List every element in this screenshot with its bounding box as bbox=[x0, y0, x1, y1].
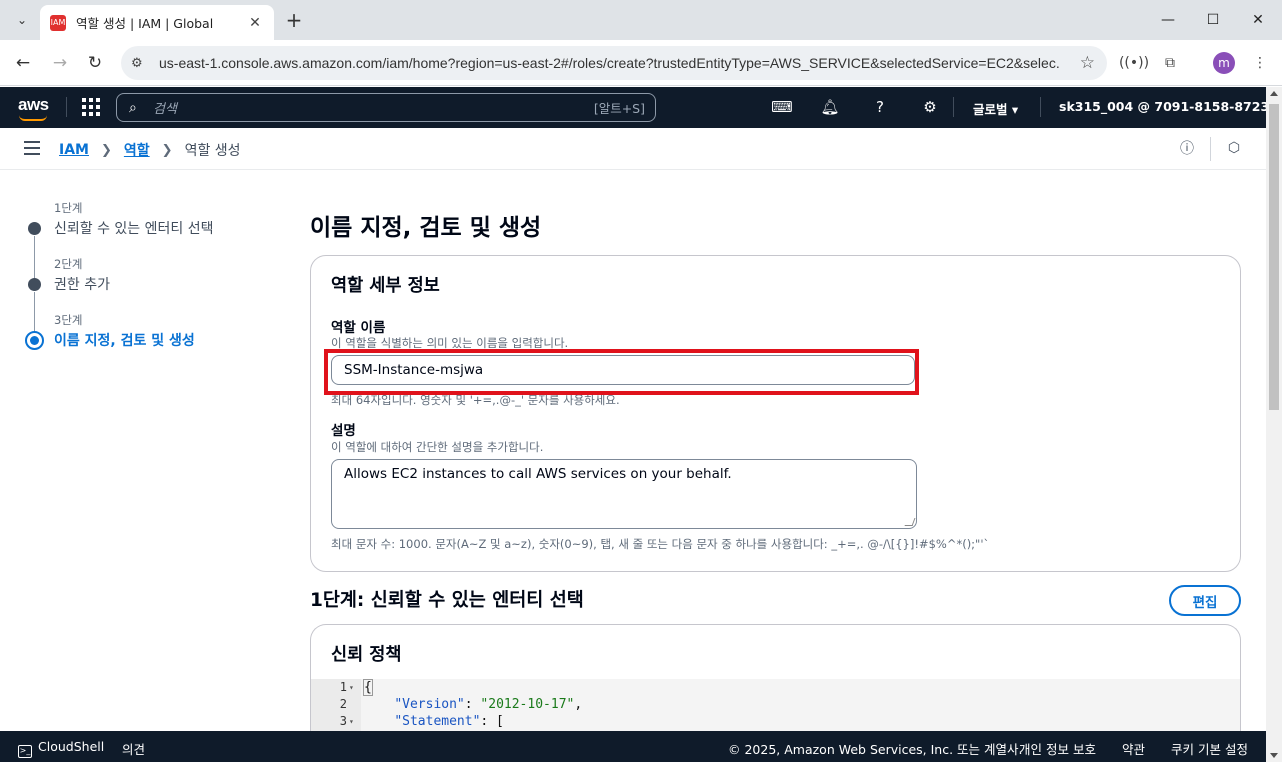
breadcrumb-roles[interactable]: 역할 bbox=[124, 140, 150, 160]
tab-title: 역할 생성 | IAM | Global bbox=[76, 16, 214, 31]
bookmark-star-icon[interactable]: ☆ bbox=[1080, 53, 1095, 73]
breadcrumb-divider bbox=[1210, 137, 1211, 161]
search-placeholder: 검색 bbox=[153, 102, 177, 117]
account-menu[interactable]: sk315_004 @ 7091-8158-8723 ▾ bbox=[1059, 99, 1280, 114]
wizard-step-3: 3단계 이름 지정, 검토 및 생성 bbox=[24, 312, 284, 368]
window-close-icon[interactable]: ✕ bbox=[1246, 8, 1270, 32]
cloudshell-icon[interactable]: ⌨ bbox=[771, 97, 793, 117]
description-help: 이 역할에 대하여 간단한 설명을 추가합니다. bbox=[331, 440, 544, 454]
page-scrollbar[interactable] bbox=[1266, 87, 1282, 762]
search-icon: ⌕ bbox=[129, 99, 137, 116]
tab-search-button[interactable]: ⌄ bbox=[8, 6, 36, 34]
browser-toolbar: ← → ↻ ⚙ us-east-1.console.aws.amazon.com… bbox=[0, 40, 1282, 86]
annotation-highlight-box bbox=[324, 349, 919, 395]
step-current-icon bbox=[25, 331, 44, 350]
role-name-label: 역할 이름 bbox=[331, 320, 386, 336]
terms-link[interactable]: 약관 bbox=[1122, 739, 1145, 758]
privacy-link[interactable]: 개인 정보 보호 bbox=[1019, 739, 1096, 758]
step-dot-icon bbox=[28, 222, 41, 235]
notifications-bell-icon[interactable]: 🔔︎ bbox=[820, 97, 840, 117]
tab-close-icon[interactable]: ✕ bbox=[246, 15, 264, 31]
step-number: 1단계 bbox=[54, 201, 83, 215]
console-search[interactable]: ⌕ 검색 [알트+S] bbox=[116, 93, 656, 122]
description-value: Allows EC2 instances to call AWS service… bbox=[344, 466, 732, 482]
step-label[interactable]: 신뢰할 수 있는 엔터티 선택 bbox=[54, 218, 213, 238]
step-dot-icon bbox=[28, 278, 41, 291]
forward-arrow-icon[interactable]: → bbox=[46, 49, 74, 77]
header-divider bbox=[66, 97, 67, 117]
wizard-steps: 1단계 신뢰할 수 있는 엔터티 선택 2단계 권한 추가 3단계 이름 지정,… bbox=[24, 200, 284, 368]
breadcrumb-current: 역할 생성 bbox=[184, 143, 241, 159]
edit-step1-button[interactable]: 편집 bbox=[1169, 585, 1241, 616]
browser-tabstrip: ⌄ IAM 역할 생성 | IAM | Global ✕ + — ☐ ✕ bbox=[0, 0, 1282, 40]
header-divider bbox=[1040, 97, 1041, 117]
step1-section-title: 1단계: 신뢰할 수 있는 엔터티 선택 bbox=[310, 590, 584, 611]
tools-panel-icon[interactable]: ⬡ bbox=[1224, 138, 1244, 158]
maximize-icon[interactable]: ☐ bbox=[1201, 8, 1225, 32]
step-label[interactable]: 권한 추가 bbox=[54, 274, 110, 294]
fold-arrow-icon[interactable]: ▾ bbox=[349, 683, 354, 692]
breadcrumb-iam[interactable]: IAM bbox=[59, 142, 89, 158]
new-tab-button[interactable]: + bbox=[282, 8, 306, 32]
aws-logo[interactable]: aws bbox=[18, 95, 49, 121]
region-selector[interactable]: 글로벌 ▾ bbox=[973, 99, 1018, 118]
breadcrumb: IAM ❯ 역할 ❯ 역할 생성 bbox=[59, 140, 241, 160]
address-bar[interactable]: ⚙ us-east-1.console.aws.amazon.com/iam/h… bbox=[121, 46, 1107, 80]
site-settings-icon[interactable]: ⚙ bbox=[131, 56, 151, 71]
role-details-card: 역할 세부 정보 역할 이름 이 역할을 식별하는 의미 있는 이름을 입력합니… bbox=[310, 255, 1241, 572]
extensions-puzzle-icon[interactable]: ⧉ bbox=[1159, 52, 1181, 74]
cookie-preferences-link[interactable]: 쿠키 기본 설정 bbox=[1171, 739, 1248, 758]
card-title: 역할 세부 정보 bbox=[331, 276, 440, 296]
copyright-text: © 2025, Amazon Web Services, Inc. 또는 계열사… bbox=[728, 742, 1023, 757]
aws-favicon-icon: IAM bbox=[50, 14, 66, 31]
breadcrumb-bar: IAM ❯ 역할 ❯ 역할 생성 ⓘ ⬡ bbox=[0, 128, 1266, 170]
aws-console-header: aws ⌕ 검색 [알트+S] ⌨ 🔔︎ ? ⚙ 글로벌 ▾ sk315_004… bbox=[0, 87, 1280, 128]
info-icon[interactable]: ⓘ bbox=[1177, 138, 1197, 158]
fold-arrow-icon[interactable]: ▾ bbox=[349, 717, 354, 726]
trust-policy-editor[interactable]: 1 ▾ { 2 "Version": "2012-10-17", 3 ▾ "St… bbox=[311, 679, 1240, 739]
step-number: 2단계 bbox=[54, 257, 83, 271]
browser-menu-icon[interactable]: ⋮ bbox=[1249, 52, 1271, 74]
description-constraint: 최대 문자 수: 1000. 문자(A~Z 및 a~z), 숫자(0~9), 탭… bbox=[331, 537, 990, 551]
resize-grip-icon[interactable] bbox=[904, 518, 916, 526]
trust-policy-title: 신뢰 정책 bbox=[331, 645, 402, 665]
wizard-step-1[interactable]: 1단계 신뢰할 수 있는 엔터티 선택 bbox=[24, 200, 284, 280]
chevron-right-icon: ❯ bbox=[100, 142, 112, 158]
step-number: 3단계 bbox=[54, 313, 83, 327]
chevron-right-icon: ❯ bbox=[161, 142, 173, 158]
settings-gear-icon[interactable]: ⚙ bbox=[920, 97, 940, 117]
scrollbar-thumb[interactable] bbox=[1269, 104, 1279, 410]
browser-tab-active[interactable]: IAM 역할 생성 | IAM | Global ✕ bbox=[40, 5, 274, 40]
step-label: 이름 지정, 검토 및 생성 bbox=[54, 333, 195, 349]
reload-icon[interactable]: ↻ bbox=[81, 49, 109, 77]
scroll-up-icon[interactable] bbox=[1270, 91, 1278, 96]
description-textarea[interactable]: Allows EC2 instances to call AWS service… bbox=[331, 459, 917, 529]
code-line: 2 "Version": "2012-10-17", bbox=[339, 697, 583, 712]
back-arrow-icon[interactable]: ← bbox=[9, 49, 37, 77]
help-icon[interactable]: ? bbox=[870, 97, 890, 117]
terminal-icon: >_ bbox=[18, 745, 32, 758]
feedback-link[interactable]: 의견 bbox=[122, 739, 145, 758]
cloudshell-button[interactable]: >_ CloudShell bbox=[18, 739, 104, 758]
description-label: 설명 bbox=[331, 423, 356, 439]
profile-avatar[interactable]: m bbox=[1213, 52, 1235, 74]
minimize-icon[interactable]: — bbox=[1156, 8, 1180, 32]
url-text[interactable]: us-east-1.console.aws.amazon.com/iam/hom… bbox=[159, 55, 1059, 71]
page-title: 이름 지정, 검토 및 생성 bbox=[310, 215, 542, 241]
wizard-step-2[interactable]: 2단계 권한 추가 bbox=[24, 256, 284, 336]
code-line: 1 ▾ { bbox=[339, 679, 373, 696]
services-grid-icon[interactable] bbox=[82, 98, 100, 116]
header-divider bbox=[953, 97, 954, 117]
scroll-down-icon[interactable] bbox=[1270, 753, 1278, 758]
search-shortcut: [알트+S] bbox=[593, 101, 645, 116]
code-line: 3 ▾ "Statement": [ bbox=[339, 714, 504, 729]
console-footer: >_ CloudShell 의견 © 2025, Amazon Web Servi… bbox=[0, 731, 1266, 762]
side-nav-menu-icon[interactable] bbox=[24, 141, 40, 155]
extension-wave-icon[interactable]: ((•)) bbox=[1119, 52, 1149, 74]
